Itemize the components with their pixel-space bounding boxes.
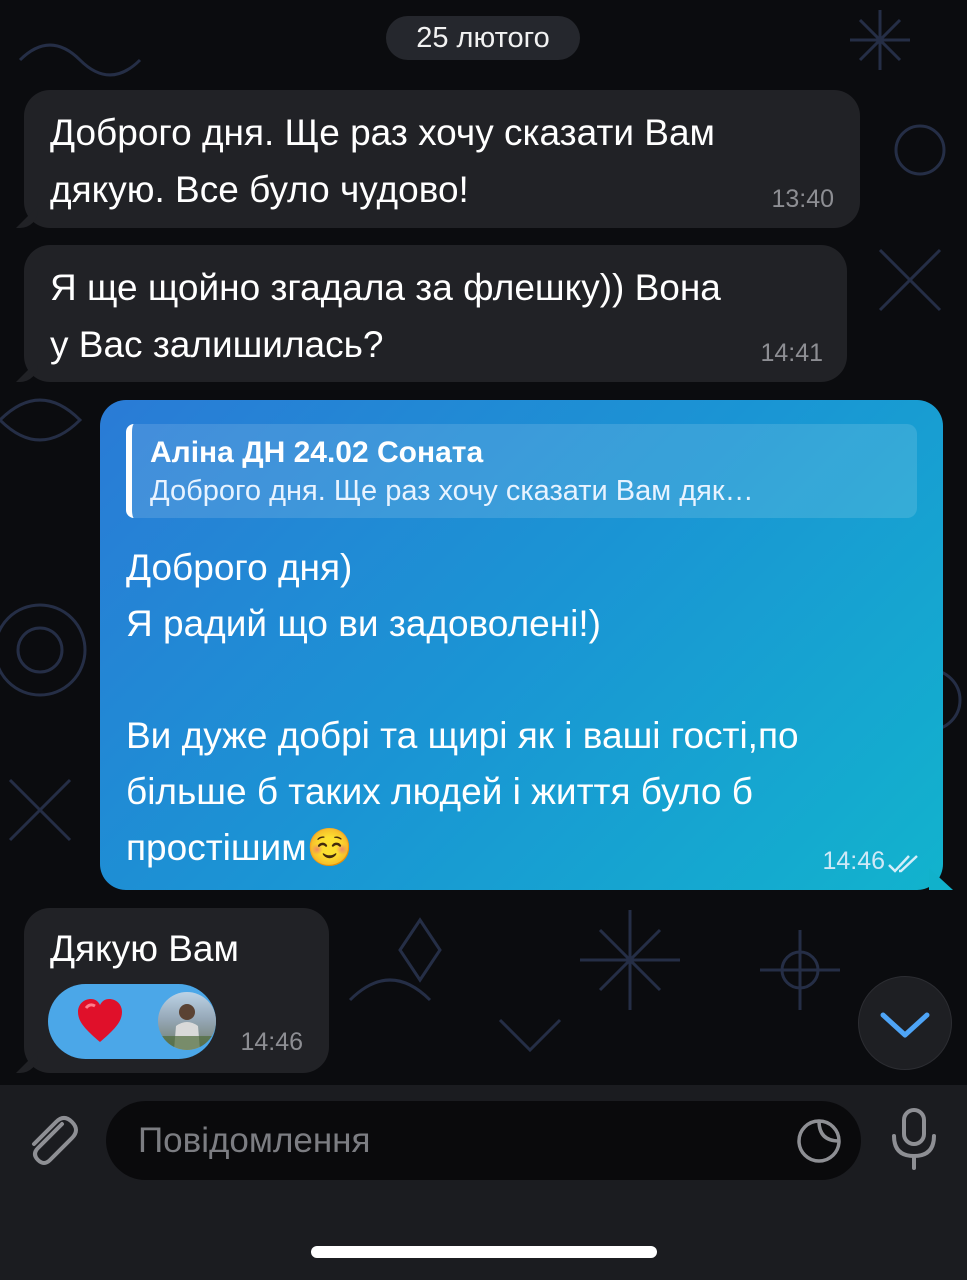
chevron-down-icon	[880, 1012, 930, 1038]
outgoing-message[interactable]: Аліна ДН 24.02 Соната Доброго дня. Ще ра…	[100, 400, 953, 890]
sticker-icon[interactable]	[795, 1117, 843, 1165]
avatar	[158, 992, 216, 1050]
message-time: 14:41	[760, 339, 823, 367]
incoming-message[interactable]: Дякую Вам 14:46	[16, 908, 329, 1073]
message-text: Дякую Вам	[50, 928, 239, 969]
reply-snippet: Доброго дня. Ще раз хочу сказати Вам дяк…	[150, 475, 754, 507]
heart-icon	[78, 999, 122, 1042]
message-time: 13:40	[771, 185, 834, 213]
microphone-icon[interactable]	[886, 1106, 942, 1172]
reply-author: Аліна ДН 24.02 Соната	[150, 436, 484, 469]
message-input[interactable]: Повідомлення	[106, 1101, 861, 1180]
scroll-down-button[interactable]	[858, 976, 952, 1070]
reply-quote[interactable]: Аліна ДН 24.02 Соната Доброго дня. Ще ра…	[126, 424, 917, 518]
message-time: 14:46	[240, 1028, 303, 1056]
message-text: Доброго дня. Ще раз хочу сказати Вам дяк…	[50, 112, 715, 210]
incoming-message[interactable]: Я ще щойно згадала за флешку)) Вона у Ва…	[16, 245, 847, 382]
message-time: 14:46	[822, 847, 885, 875]
message-text: Доброго дня) Я радий що ви задоволені!) …	[126, 547, 799, 868]
reaction-badge[interactable]	[48, 984, 216, 1059]
read-checkmarks-icon	[888, 855, 918, 873]
incoming-message[interactable]: Доброго дня. Ще раз хочу сказати Вам дяк…	[16, 90, 860, 228]
paperclip-icon[interactable]	[22, 1110, 82, 1172]
date-separator: 25 лютого	[386, 16, 580, 60]
input-placeholder: Повідомлення	[138, 1121, 371, 1160]
message-text: Я ще щойно згадала за флешку)) Вона у Ва…	[50, 267, 721, 365]
home-indicator	[311, 1246, 657, 1258]
